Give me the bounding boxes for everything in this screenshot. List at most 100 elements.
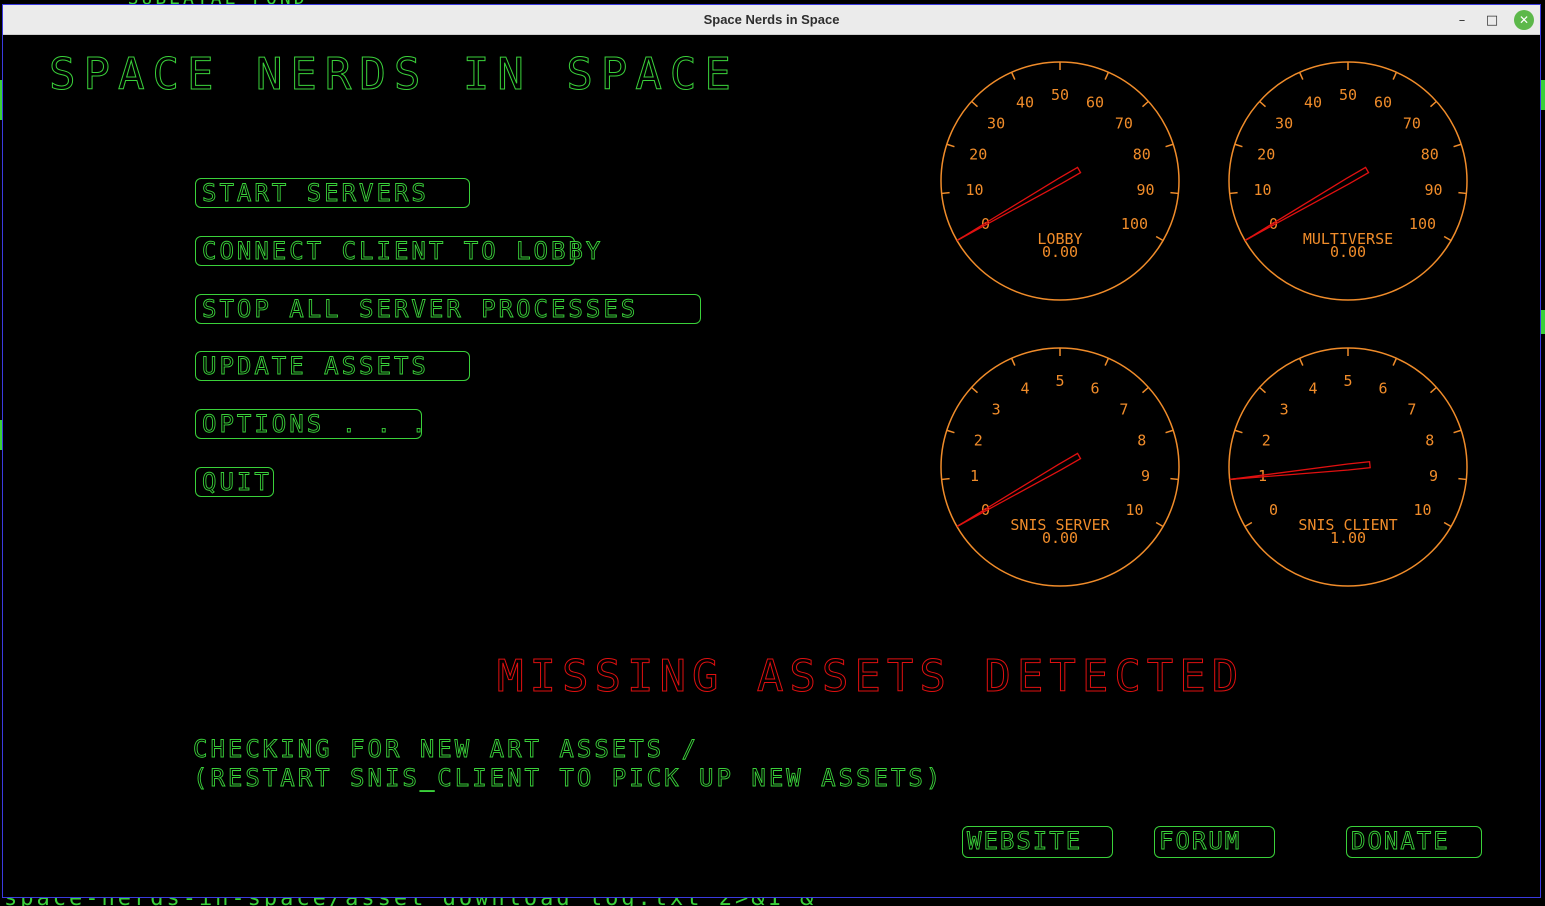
lobby-gauge-tick-label: 0: [981, 215, 990, 233]
snis-client-gauge-value: 1.00: [1330, 529, 1366, 547]
forum-button[interactable]: FORUM: [1154, 826, 1275, 858]
minimize-button[interactable]: –: [1452, 10, 1472, 30]
multiverse-gauge-tick: [1453, 143, 1462, 148]
app-window: Space Nerds in Space – □ ✕ SPACE NERDS I…: [2, 4, 1541, 898]
snis-client-gauge-tick: [1443, 521, 1452, 528]
snis-server-gauge-tick: [1141, 386, 1149, 394]
snis-client-gauge-tick-label: 10: [1413, 501, 1431, 519]
multiverse-gauge-tick-label: 30: [1275, 114, 1293, 132]
snis-server-gauge-tick-label: 7: [1119, 400, 1128, 418]
multiverse-gauge-tick: [1259, 100, 1267, 108]
donate-button[interactable]: DONATE: [1346, 826, 1482, 858]
multiverse-gauge-tick-label: 80: [1421, 145, 1439, 163]
snis-server-gauge-tick: [1155, 521, 1164, 528]
lobby-gauge-tick-label: 70: [1115, 114, 1133, 132]
snis-client-gauge-needle: [1229, 461, 1371, 481]
multiverse-gauge-tick: [1392, 71, 1398, 80]
lobby-gauge-tick: [1155, 235, 1164, 242]
lobby-gauge-tick-label: 30: [987, 114, 1005, 132]
snis-server-gauge-tick-label: 1: [970, 467, 979, 485]
snis-client-gauge-tick: [1458, 477, 1467, 481]
multiverse-gauge-value: 0.00: [1330, 243, 1366, 261]
lobby-gauge-tick: [971, 100, 979, 108]
lobby-gauge-value: 0.00: [1042, 243, 1078, 261]
multiverse-gauge: 010203040 50 60708090100MULTIVERSE0.00: [1228, 61, 1468, 301]
snis-server-gauge-tick-label: 9: [1141, 467, 1150, 485]
snis-server-gauge-value: 0.00: [1042, 529, 1078, 547]
snis-server-gauge-tick-label: 3: [992, 400, 1001, 418]
snis-client-gauge-tick-label: 3: [1280, 400, 1289, 418]
snis-client-gauge-tick-label: 9: [1429, 467, 1438, 485]
snis-server-gauge: 01234 5 678910SNIS SERVER0.00: [940, 347, 1180, 587]
lobby-gauge-tick: [946, 143, 955, 148]
lobby-gauge-tick-label: 20: [969, 145, 987, 163]
multiverse-gauge-tick: [1458, 191, 1467, 195]
multiverse-gauge-tick-label: 20: [1257, 145, 1275, 163]
lobby-gauge-tick-label: 60: [1086, 93, 1104, 111]
lobby-gauge-tick-label: 40: [1016, 93, 1034, 111]
maximize-icon: □: [1485, 12, 1499, 28]
snis-client-gauge-tick-label: 2: [1262, 431, 1271, 449]
multiverse-gauge-tick-label: 60: [1374, 93, 1392, 111]
snis-client-gauge-tick-label: 5: [1343, 372, 1352, 390]
snis-client-gauge-tick: [1298, 357, 1304, 366]
snis-server-gauge-tick: [971, 386, 979, 394]
snis-client-gauge-tick-label: 8: [1425, 431, 1434, 449]
close-icon: ✕: [1518, 13, 1530, 27]
snis-server-gauge-tick: [1170, 477, 1179, 481]
multiverse-gauge-tick: [1229, 191, 1238, 195]
snis-server-gauge-tick: [1010, 357, 1016, 366]
minimize-icon: –: [1458, 12, 1466, 28]
multiverse-gauge-tick: [1298, 71, 1304, 80]
desktop: ^ SUBEATAL FOND space-nerds-in-space/ass…: [0, 0, 1545, 906]
close-button[interactable]: ✕: [1514, 10, 1534, 30]
missing-assets-warning: MISSING ASSETS DETECTED: [496, 651, 1245, 703]
lobby-gauge-tick-label: 90: [1136, 181, 1154, 199]
snis-client-gauge-tick: [1392, 357, 1398, 366]
multiverse-gauge-tick-label: 100: [1409, 215, 1436, 233]
lobby-gauge-tick: [1141, 100, 1149, 108]
snis-client-gauge-tick: [1244, 521, 1253, 528]
lobby-gauge-tick-label: 10: [965, 181, 983, 199]
multiverse-gauge-tick-label: 50: [1339, 86, 1357, 104]
lobby-gauge-tick: [1010, 71, 1016, 80]
lobby-gauge-tick: [1104, 71, 1110, 80]
background-terminal-edge: [1541, 310, 1545, 334]
snis-client-gauge-tick-label: 6: [1378, 379, 1387, 397]
snis-server-gauge-tick: [946, 429, 955, 434]
multiverse-gauge-tick-label: 0: [1269, 215, 1278, 233]
lobby-gauge-tick-label: 50: [1051, 86, 1069, 104]
lobby-gauge-tick: [1170, 191, 1179, 195]
multiverse-gauge-tick: [1234, 143, 1243, 148]
maximize-button[interactable]: □: [1482, 10, 1502, 30]
lobby-gauge-tick-label: 80: [1133, 145, 1151, 163]
snis-client-gauge-tick: [1429, 386, 1437, 394]
multiverse-gauge-tick-label: 40: [1304, 93, 1322, 111]
snis-client-gauge-tick-label: 4: [1309, 379, 1318, 397]
snis-server-gauge-tick-label: 4: [1021, 379, 1030, 397]
snis-client-gauge: 01234 5 678910SNIS CLIENT1.00: [1228, 347, 1468, 587]
snis-server-gauge-tick: [1104, 357, 1110, 366]
lobby-gauge-tick-label: 100: [1121, 215, 1148, 233]
app-canvas: SPACE NERDS IN SPACE START SERVERS CONNE…: [3, 35, 1540, 897]
lobby-gauge-tick: [941, 191, 950, 195]
lobby-gauge: 010203040 50 60708090100LOBBY0.00: [940, 61, 1180, 301]
website-button[interactable]: WEBSITE: [962, 826, 1113, 858]
status-line-2: (RESTART SNIS_CLIENT TO PICK UP NEW ASSE…: [193, 764, 944, 793]
lobby-gauge-tick: [1165, 143, 1174, 148]
snis-server-gauge-tick-label: 10: [1125, 501, 1143, 519]
window-titlebar[interactable]: Space Nerds in Space – □ ✕: [3, 5, 1540, 35]
snis-server-gauge-tick-label: 6: [1090, 379, 1099, 397]
snis-client-gauge-tick: [1259, 386, 1267, 394]
multiverse-gauge-tick-label: 90: [1424, 181, 1442, 199]
snis-client-gauge-tick-label: 7: [1407, 400, 1416, 418]
background-terminal-edge: [1541, 80, 1545, 110]
snis-client-gauge-tick: [1453, 429, 1462, 434]
status-line-1: CHECKING FOR NEW ART ASSETS /: [193, 735, 700, 764]
snis-server-gauge-tick-label: 5: [1055, 372, 1064, 390]
snis-server-gauge-tick-label: 2: [974, 431, 983, 449]
multiverse-gauge-tick: [1443, 235, 1452, 242]
window-title: Space Nerds in Space: [703, 12, 840, 27]
multiverse-gauge-tick-label: 10: [1253, 181, 1271, 199]
snis-server-gauge-tick: [941, 477, 950, 481]
